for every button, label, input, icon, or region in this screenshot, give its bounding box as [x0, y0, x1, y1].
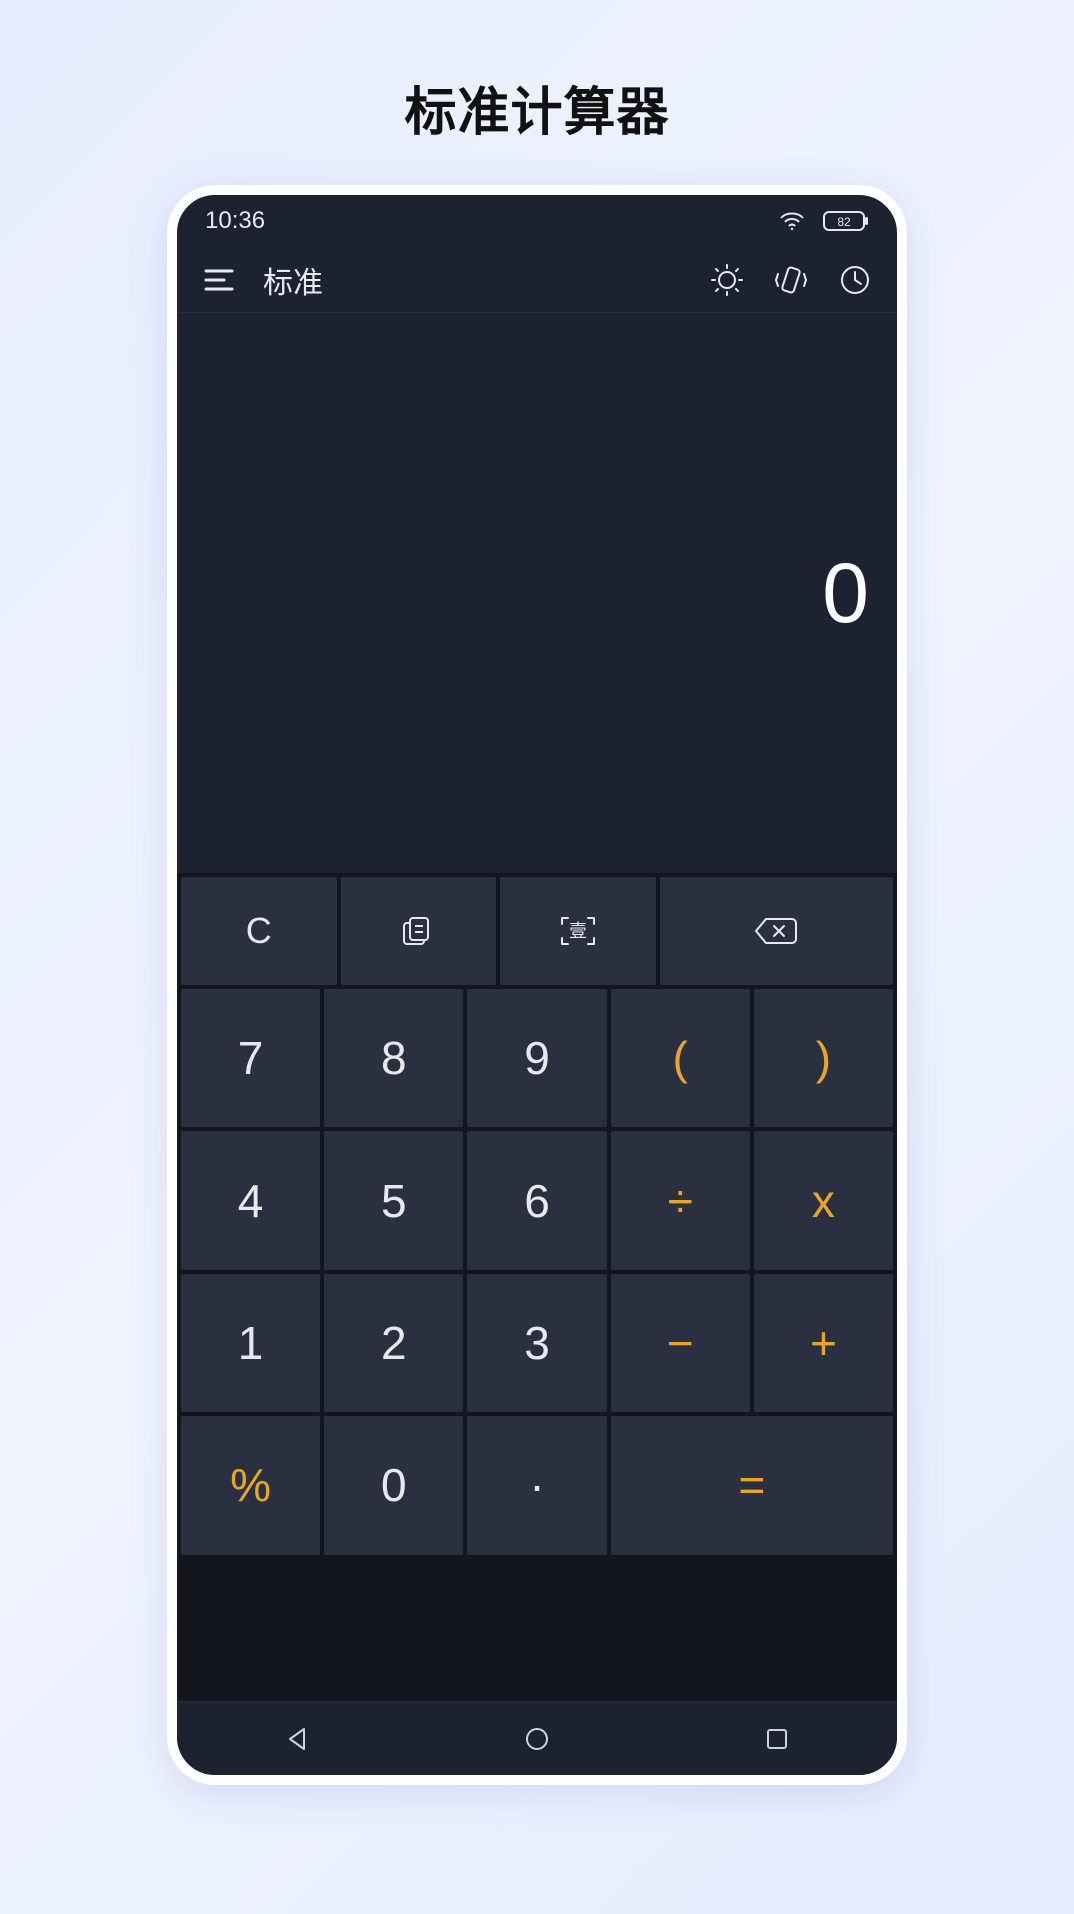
key-8[interactable]: 8	[324, 989, 463, 1127]
phone-frame: 10:36 82	[167, 185, 907, 1785]
nav-back-icon[interactable]	[275, 1717, 319, 1761]
key-0[interactable]: 0	[324, 1416, 463, 1554]
keypad: 7 8 9 ( ) 4 5 6 ÷ x 1 2 3 − + % 0 · =	[177, 987, 897, 1701]
key-7[interactable]: 7	[181, 989, 320, 1127]
wifi-icon	[779, 211, 805, 231]
history-icon[interactable]	[835, 260, 875, 300]
vibrate-icon[interactable]	[771, 260, 811, 300]
key-minus[interactable]: −	[611, 1274, 750, 1412]
page-title: 标准计算器	[404, 70, 669, 145]
svg-text:壹: 壹	[569, 921, 587, 941]
key-multiply[interactable]: x	[754, 1131, 893, 1269]
status-right: 82	[779, 210, 869, 232]
status-bar: 10:36 82	[177, 195, 897, 247]
capitalize-button[interactable]: 壹	[500, 877, 656, 985]
app-bar: 标准	[177, 247, 897, 313]
status-time: 10:36	[205, 207, 265, 235]
key-4[interactable]: 4	[181, 1131, 320, 1269]
key-2[interactable]: 2	[324, 1274, 463, 1412]
key-plus[interactable]: +	[754, 1274, 893, 1412]
battery-level: 82	[837, 215, 851, 229]
mode-label: 标准	[263, 258, 323, 302]
key-1[interactable]: 1	[181, 1274, 320, 1412]
key-lparen[interactable]: (	[611, 989, 750, 1127]
clear-button[interactable]: C	[181, 877, 337, 985]
key-3[interactable]: 3	[467, 1274, 606, 1412]
key-9[interactable]: 9	[467, 989, 606, 1127]
copy-button[interactable]	[341, 877, 497, 985]
key-rparen[interactable]: )	[754, 989, 893, 1127]
function-row: C 壹	[177, 873, 897, 987]
menu-icon[interactable]	[199, 260, 239, 300]
key-5[interactable]: 5	[324, 1131, 463, 1269]
calc-display: 0	[177, 313, 897, 873]
battery-icon: 82	[823, 210, 869, 232]
key-divide[interactable]: ÷	[611, 1131, 750, 1269]
system-nav-bar	[177, 1701, 897, 1775]
key-dot[interactable]: ·	[467, 1416, 606, 1554]
backspace-button[interactable]	[660, 877, 893, 985]
key-equals[interactable]: =	[611, 1416, 893, 1554]
nav-home-icon[interactable]	[515, 1717, 559, 1761]
key-percent[interactable]: %	[181, 1416, 320, 1554]
theme-icon[interactable]	[707, 260, 747, 300]
display-value: 0	[822, 545, 869, 642]
nav-recent-icon[interactable]	[755, 1717, 799, 1761]
key-6[interactable]: 6	[467, 1131, 606, 1269]
